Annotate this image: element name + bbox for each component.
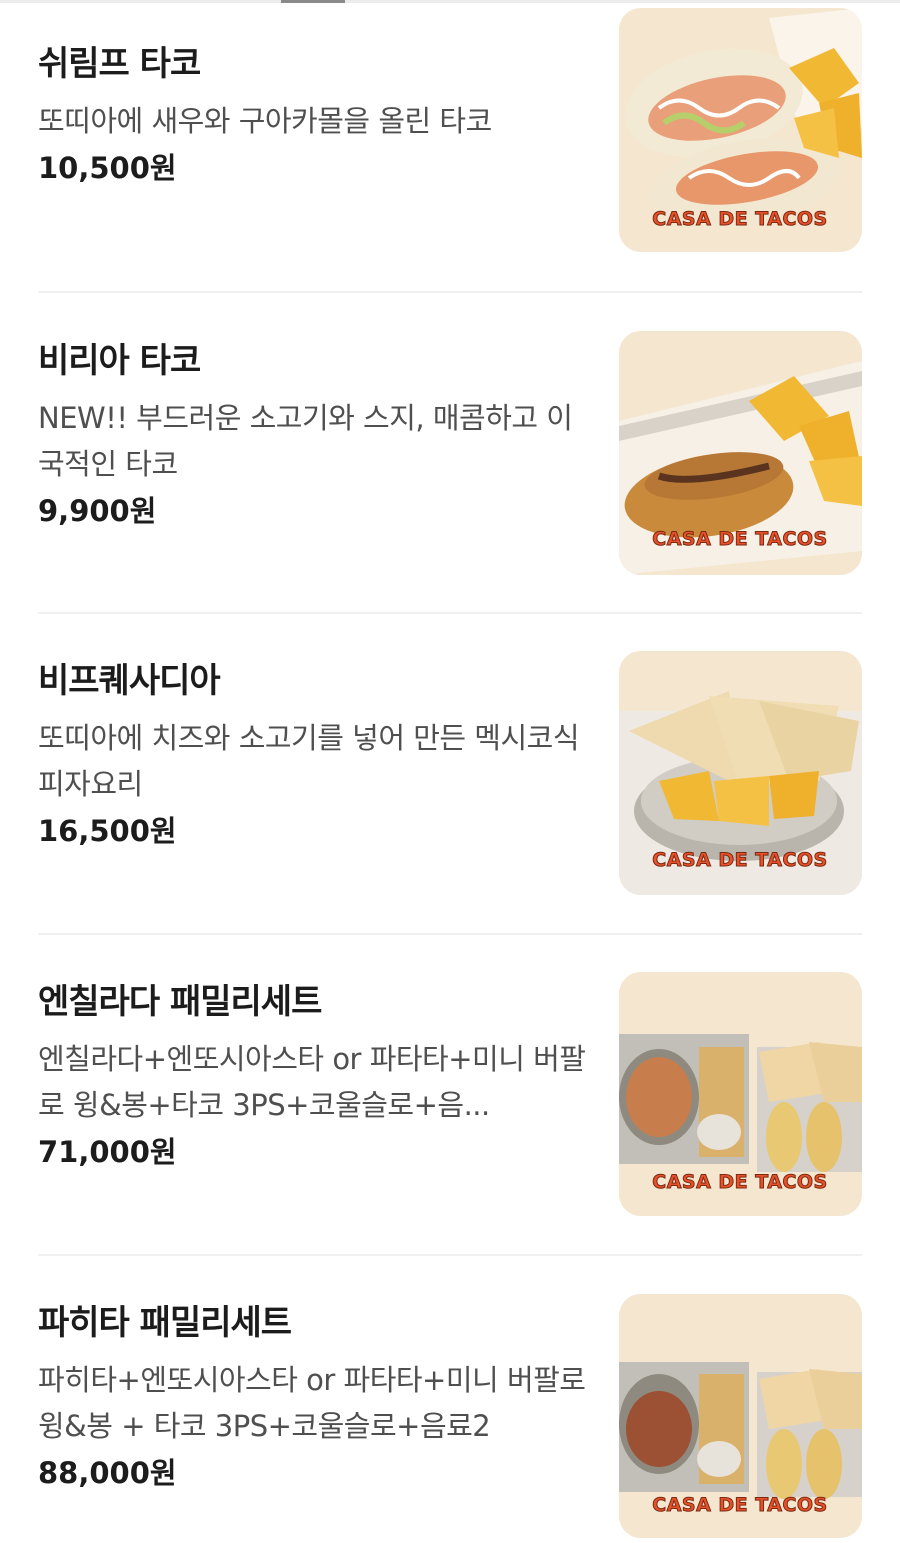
menu-item-price: 16,500원 [38,814,177,848]
menu-item-description: 엔칠라다+엔또시아스타 or 파타타+미니 버팔로 윙&봉+타코 3PS+코울슬… [38,1042,586,1122]
menu-item-beef-quesadilla[interactable]: 비프퀘사디아 또띠아에 치즈와 소고기를 넣어 만든 멕시코식 피자요리 16,… [38,617,862,895]
brand-logo: CASA DE TACOS [652,208,828,230]
enchilada-set-photo: CASA DE TACOS [619,972,862,1216]
menu-item-description: 또띠아에 새우와 구아카몰을 올린 타코 [38,104,492,138]
menu-item-fajita-family-set[interactable]: 파히타 패밀리세트 파히타+엔또시아스타 or 파타타+미니 버팔로윙&봉 + … [38,1259,862,1538]
menu-divider [38,933,862,935]
shrimp-taco-photo: CASA DE TACOS [619,8,862,252]
beef-quesadilla-photo: CASA DE TACOS [619,651,862,895]
menu-item-name: 비리아 타코 [38,341,201,381]
menu-item-name: 쉬림프 타코 [38,44,201,84]
menu-item-info: 쉬림프 타코 또띠아에 새우와 구아카몰을 올린 타코 10,500원 [38,0,598,188]
menu-item-price: 10,500원 [38,151,177,185]
brand-logo: CASA DE TACOS [652,849,828,871]
menu-divider [38,1254,862,1256]
menu-item-enchilada-family-set[interactable]: 엔칠라다 패밀리세트 엔칠라다+엔또시아스타 or 파타타+미니 버팔로 윙&봉… [38,938,862,1216]
menu-item-image[interactable]: CASA DE TACOS [619,331,862,575]
menu-item-shrimp-taco[interactable]: 쉬림프 타코 또띠아에 새우와 구아카몰을 올린 타코 10,500원 CASA… [38,0,862,252]
menu-item-image[interactable]: CASA DE TACOS [619,972,862,1216]
menu-divider [38,612,862,614]
menu-item-info: 파히타 패밀리세트 파히타+엔또시아스타 or 파타타+미니 버팔로윙&봉 + … [38,1259,598,1493]
menu-item-description: 파히타+엔또시아스타 or 파타타+미니 버팔로윙&봉 + 타코 3PS+코울슬… [38,1363,586,1443]
menu-item-image[interactable]: CASA DE TACOS [619,651,862,895]
brand-logo: CASA DE TACOS [652,1494,828,1516]
menu-item-price: 88,000원 [38,1456,177,1490]
menu-item-price: 71,000원 [38,1135,177,1169]
brand-logo: CASA DE TACOS [652,528,828,550]
fajita-set-photo: CASA DE TACOS [619,1294,862,1538]
menu-item-name: 비프퀘사디아 [38,661,221,701]
menu-item-name: 엔칠라다 패밀리세트 [38,982,322,1022]
menu-item-image[interactable]: CASA DE TACOS [619,1294,862,1538]
menu-divider [38,291,862,293]
menu-item-info: 엔칠라다 패밀리세트 엔칠라다+엔또시아스타 or 파타타+미니 버팔로 윙&봉… [38,938,598,1172]
menu-item-description: NEW!! 부드러운 소고기와 스지, 매콤하고 이국적인 타코 [38,401,573,481]
menu-item-info: 비프퀘사디아 또띠아에 치즈와 소고기를 넣어 만든 멕시코식 피자요리 16,… [38,617,598,851]
menu-item-birria-taco[interactable]: 비리아 타코 NEW!! 부드러운 소고기와 스지, 매콤하고 이국적인 타코 … [38,297,862,575]
menu-item-image[interactable]: CASA DE TACOS [619,8,862,252]
menu-item-description: 또띠아에 치즈와 소고기를 넣어 만든 멕시코식 피자요리 [38,721,580,801]
birria-taco-photo: CASA DE TACOS [619,331,862,575]
menu-item-price: 9,900원 [38,494,157,528]
brand-logo: CASA DE TACOS [652,1171,828,1193]
menu-item-name: 파히타 패밀리세트 [38,1303,292,1343]
menu-item-info: 비리아 타코 NEW!! 부드러운 소고기와 스지, 매콤하고 이국적인 타코 … [38,297,598,531]
